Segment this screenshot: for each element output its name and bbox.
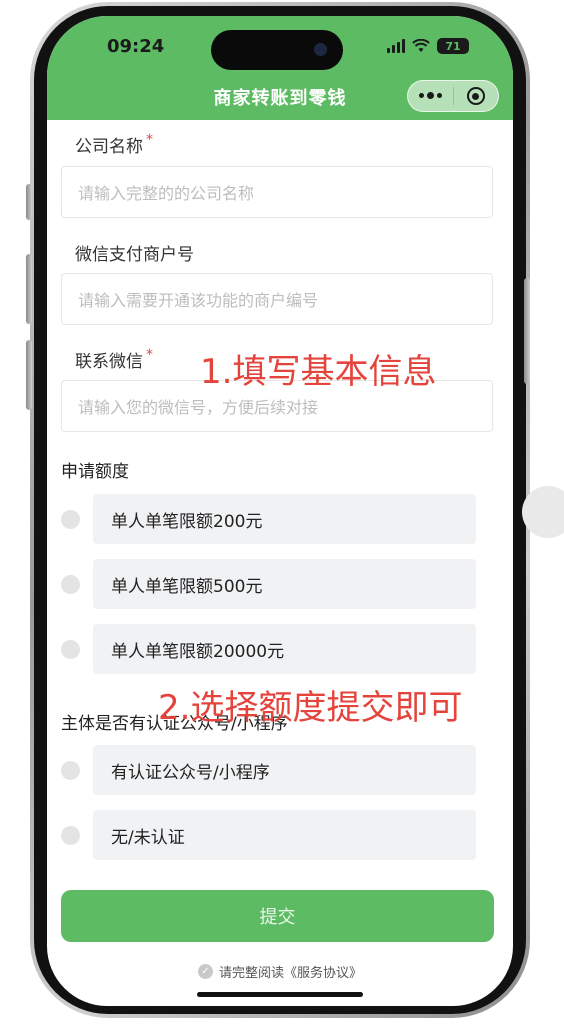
dynamic-island — [211, 30, 343, 70]
wechat-label: 联系微信 * — [75, 347, 153, 372]
merchant-id-input[interactable]: 请输入需要开通该功能的商户编号 — [61, 273, 493, 325]
quota-option-20000[interactable]: 单人单笔限额20000元 — [93, 624, 476, 674]
company-name-placeholder: 请输入完整的的公司名称 — [78, 184, 255, 203]
certification-radio-no[interactable] — [61, 826, 80, 845]
certification-option-yes[interactable]: 有认证公众号/小程序 — [93, 745, 476, 795]
target-icon — [466, 87, 485, 105]
volume-down-button — [26, 340, 32, 410]
action-button — [26, 184, 32, 220]
company-name-input[interactable]: 请输入完整的的公司名称 — [61, 166, 493, 218]
wifi-icon — [412, 39, 430, 52]
mini-program-capsule — [407, 80, 499, 112]
power-button — [524, 278, 530, 384]
close-button[interactable] — [454, 81, 499, 111]
home-indicator — [197, 992, 363, 997]
wechat-id-placeholder: 请输入您的微信号，方便后续对接 — [78, 398, 319, 417]
quota-option-500[interactable]: 单人单笔限额500元 — [93, 559, 476, 609]
quota-title: 申请额度 — [61, 462, 129, 482]
signal-icon — [387, 39, 405, 53]
check-icon[interactable]: ✓ — [197, 964, 213, 979]
merchant-id-placeholder: 请输入需要开通该功能的商户编号 — [78, 291, 319, 310]
quota-radio-20000[interactable] — [61, 640, 80, 659]
battery-icon: 71 — [437, 38, 469, 54]
more-button[interactable] — [408, 81, 453, 111]
quota-option-200[interactable]: 单人单笔限额200元 — [93, 494, 476, 544]
annotation-step-1: 1.填写基本信息 — [200, 352, 437, 392]
quota-radio-200[interactable] — [61, 510, 80, 529]
required-mark: * — [146, 132, 153, 148]
quota-radio-500[interactable] — [61, 575, 80, 594]
certification-option-no[interactable]: 无/未认证 — [93, 810, 476, 860]
phone-screen: 09:24 71 商家转账到零钱 公司名称 * 请输入完整的的公司名称 微信支付… — [47, 16, 513, 1006]
volume-up-button — [26, 254, 32, 324]
agreement[interactable]: ✓ 请完整阅读《服务协议》 — [47, 962, 513, 981]
status-time: 09:24 — [107, 36, 165, 57]
more-dots-icon — [418, 92, 442, 99]
annotation-step-2: 2.选择额度提交即可 — [158, 688, 463, 728]
merchant-label: 微信支付商户号 — [75, 245, 194, 265]
company-label: 公司名称 * — [75, 132, 153, 157]
certification-radio-yes[interactable] — [61, 761, 80, 780]
required-mark: * — [146, 347, 153, 363]
agreement-text[interactable]: 请完整阅读《服务协议》 — [219, 962, 362, 981]
header: 09:24 71 商家转账到零钱 — [47, 16, 513, 120]
submit-button[interactable]: 提交 — [61, 890, 494, 942]
status-icons: 71 — [387, 38, 469, 54]
camera-icon — [314, 43, 327, 56]
